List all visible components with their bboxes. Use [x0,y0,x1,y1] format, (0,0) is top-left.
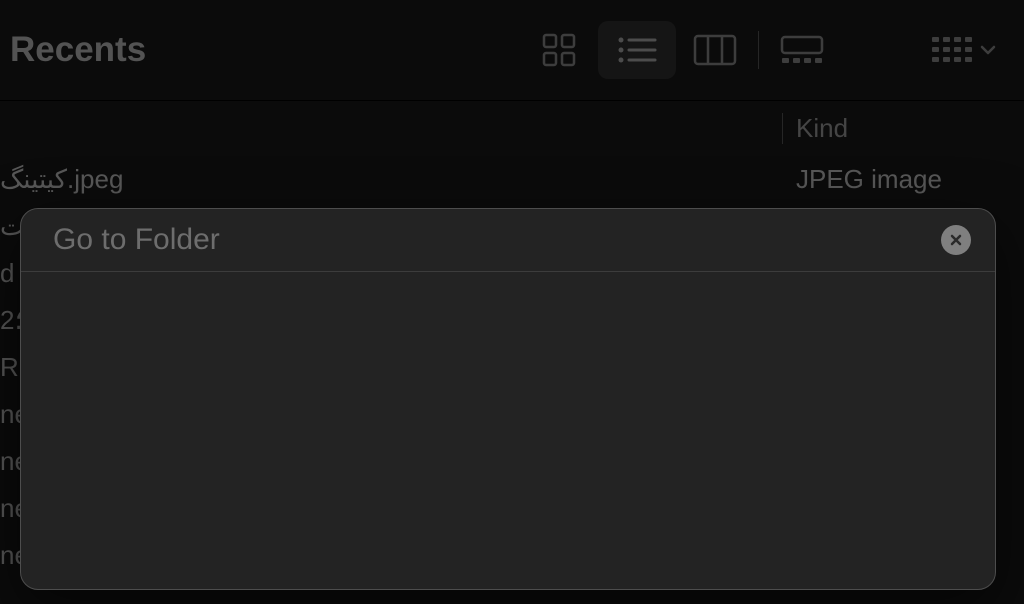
list-view-button[interactable] [598,21,676,79]
gallery-view-button[interactable] [763,21,841,79]
close-icon [949,233,963,247]
dialog-close-button[interactable] [941,225,971,255]
file-name: R [0,352,19,383]
toolbar-divider [758,31,759,69]
group-icon [930,35,972,65]
icon-view-button[interactable] [520,21,598,79]
toolbar: Recents [0,0,1024,100]
dialog-header [21,209,995,272]
column-kind-header[interactable]: Kind [796,113,848,144]
list-icon [617,35,657,65]
group-controls[interactable] [930,35,996,65]
file-name: کیتینگ.jpeg [0,164,123,195]
gallery-icon [780,35,824,65]
column-header-row: Kind [0,100,1024,156]
file-kind: JPEG image [796,164,942,195]
go-to-folder-dialog [20,208,996,590]
view-controls [520,21,841,79]
file-row[interactable]: کیتینگ.jpeg JPEG image [0,156,1024,203]
go-to-folder-input[interactable] [53,223,873,257]
window-title: Recents [10,30,146,70]
column-view-button[interactable] [676,21,754,79]
grid-icon [541,32,577,68]
file-name: d [0,258,14,289]
columns-icon [693,34,737,66]
chevron-down-icon [980,45,996,55]
